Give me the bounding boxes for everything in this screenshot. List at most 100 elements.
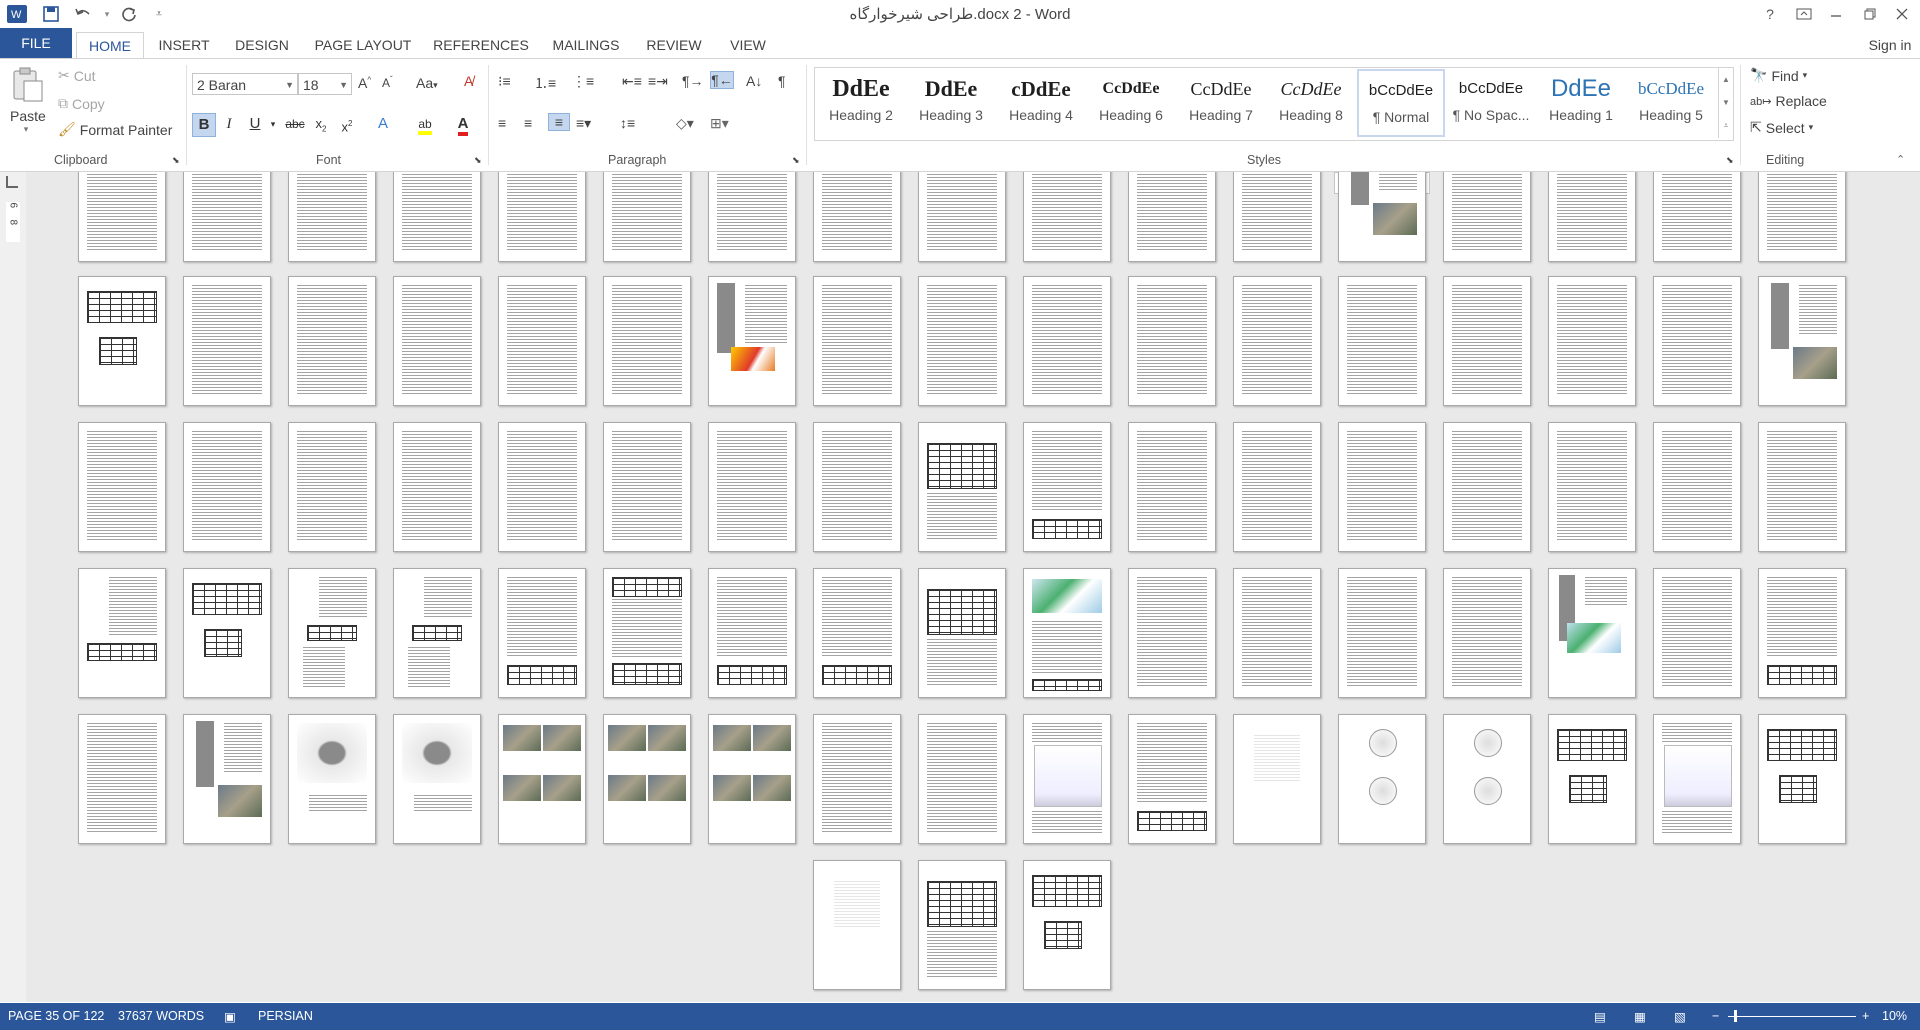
- shrink-font-icon[interactable]: Aˇ: [382, 75, 393, 90]
- page-thumbnail[interactable]: [813, 568, 901, 698]
- page-thumbnail[interactable]: [1338, 276, 1426, 406]
- page-thumbnail[interactable]: [1128, 568, 1216, 698]
- align-left-icon[interactable]: ≡: [498, 115, 506, 131]
- tab-page-layout[interactable]: PAGE LAYOUT: [308, 32, 418, 58]
- decrease-indent-icon[interactable]: ⇤≡: [622, 73, 642, 90]
- page-thumbnail[interactable]: [1128, 422, 1216, 552]
- page-thumbnail[interactable]: [1443, 568, 1531, 698]
- style-heading-1[interactable]: DdEe Heading 1: [1537, 69, 1625, 137]
- page-thumbnail[interactable]: [1338, 172, 1426, 262]
- page-thumbnail[interactable]: [708, 172, 796, 262]
- format-painter-button[interactable]: 🖌 Format Painter: [58, 121, 172, 138]
- zoom-out-icon[interactable]: −: [1712, 1009, 1719, 1023]
- page-thumbnail[interactable]: [813, 172, 901, 262]
- page-thumbnail[interactable]: [708, 422, 796, 552]
- page-thumbnail[interactable]: [1653, 172, 1741, 262]
- select-button[interactable]: ⇱ Select ▾: [1750, 119, 1813, 136]
- page-thumbnail[interactable]: [1233, 714, 1321, 844]
- page-thumbnail[interactable]: [393, 172, 481, 262]
- clear-formatting-icon[interactable]: A̸: [464, 73, 473, 89]
- ltr-direction-icon[interactable]: ¶→: [682, 73, 704, 89]
- page-thumbnail[interactable]: [183, 422, 271, 552]
- tab-home[interactable]: HOME: [76, 32, 144, 59]
- restore-icon[interactable]: [1856, 2, 1884, 26]
- page-thumbnail[interactable]: [1023, 276, 1111, 406]
- page-thumbnail[interactable]: [498, 714, 586, 844]
- page-thumbnail[interactable]: [1758, 568, 1846, 698]
- more-styles-icon[interactable]: ⩡: [1719, 114, 1733, 137]
- page-thumbnail[interactable]: [1548, 422, 1636, 552]
- ribbon-display-options-icon[interactable]: [1790, 2, 1818, 26]
- page-thumbnail[interactable]: [1128, 172, 1216, 262]
- underline-dropdown-icon[interactable]: ▾: [262, 113, 284, 135]
- page-thumbnail[interactable]: [1653, 568, 1741, 698]
- page-thumbnail[interactable]: [1338, 422, 1426, 552]
- page-thumbnail[interactable]: [1233, 276, 1321, 406]
- copy-button[interactable]: ⧉ Copy: [58, 95, 105, 112]
- page-thumbnail[interactable]: [393, 714, 481, 844]
- strikethrough-button[interactable]: abc: [284, 113, 306, 135]
- page-thumbnail[interactable]: [1548, 568, 1636, 698]
- style-heading-2[interactable]: DdEe Heading 2: [817, 69, 905, 137]
- line-spacing-icon[interactable]: ↕≡: [620, 115, 635, 131]
- page-thumbnail[interactable]: [288, 276, 376, 406]
- font-size-combo[interactable]: 18 ▼: [298, 73, 352, 95]
- tab-view[interactable]: VIEW: [720, 32, 776, 58]
- align-center-icon[interactable]: ≡: [524, 115, 532, 131]
- page-thumbnail[interactable]: [498, 422, 586, 552]
- page-thumbnail[interactable]: [1023, 714, 1111, 844]
- tab-file[interactable]: FILE: [0, 28, 72, 58]
- zoom-level[interactable]: 10%: [1882, 1009, 1907, 1023]
- page-thumbnail[interactable]: [498, 568, 586, 698]
- page-thumbnail[interactable]: [1758, 276, 1846, 406]
- page-thumbnail[interactable]: [1023, 860, 1111, 990]
- page-thumbnail[interactable]: [183, 172, 271, 262]
- minimize-icon[interactable]: [1822, 2, 1850, 26]
- paste-dropdown-icon[interactable]: ▾: [10, 124, 42, 135]
- paragraph-launcher-icon[interactable]: ⬊: [792, 155, 800, 166]
- page-thumbnail[interactable]: [1443, 422, 1531, 552]
- scroll-up-icon[interactable]: ▲: [1719, 68, 1733, 91]
- clipboard-launcher-icon[interactable]: ⬊: [172, 155, 180, 166]
- text-effects-icon[interactable]: A: [372, 113, 394, 135]
- numbering-icon[interactable]: ⒈≡: [534, 73, 556, 93]
- shading-icon[interactable]: ◇▾: [676, 115, 694, 132]
- page-thumbnail[interactable]: [1653, 276, 1741, 406]
- zoom-slider[interactable]: [1728, 1010, 1856, 1022]
- change-case-button[interactable]: Aa▾: [416, 75, 438, 91]
- bullets-icon[interactable]: ⁝≡: [498, 73, 511, 90]
- tab-insert[interactable]: INSERT: [152, 32, 216, 58]
- highlight-icon[interactable]: ab: [414, 113, 436, 135]
- italic-button[interactable]: I: [218, 113, 240, 135]
- page-thumbnail[interactable]: [1338, 714, 1426, 844]
- page-thumbnail[interactable]: [603, 568, 691, 698]
- page-thumbnail[interactable]: [1443, 714, 1531, 844]
- collapse-ribbon-icon[interactable]: ⌃: [1896, 153, 1905, 166]
- find-button[interactable]: 🔭 Find ▾: [1750, 67, 1807, 84]
- align-right-icon[interactable]: ≡: [548, 113, 570, 131]
- subscript-button[interactable]: x2: [310, 113, 332, 135]
- tab-selector-icon[interactable]: [6, 176, 18, 188]
- page-thumbnail[interactable]: [288, 172, 376, 262]
- undo-icon[interactable]: [72, 3, 94, 25]
- style-heading-4[interactable]: cDdEe Heading 4: [997, 69, 1085, 137]
- page-thumbnail[interactable]: [1443, 276, 1531, 406]
- page-thumbnail[interactable]: [1233, 422, 1321, 552]
- page-thumbnail[interactable]: [603, 276, 691, 406]
- style-heading-8[interactable]: CcDdEe Heading 8: [1267, 69, 1355, 137]
- page-count[interactable]: PAGE 35 OF 122: [8, 1009, 104, 1023]
- page-thumbnail[interactable]: [78, 568, 166, 698]
- style-heading-7[interactable]: CcDdEe Heading 7: [1177, 69, 1265, 137]
- page-thumbnail[interactable]: [288, 568, 376, 698]
- page-thumbnail[interactable]: [813, 860, 901, 990]
- tab-references[interactable]: REFERENCES: [428, 32, 534, 58]
- close-icon[interactable]: [1888, 2, 1916, 26]
- grow-font-icon[interactable]: A^: [358, 75, 371, 91]
- page-thumbnail[interactable]: [1233, 172, 1321, 262]
- page-thumbnail[interactable]: [183, 568, 271, 698]
- rtl-direction-icon[interactable]: ¶←: [710, 71, 734, 89]
- page-thumbnail[interactable]: [603, 714, 691, 844]
- scroll-down-icon[interactable]: ▼: [1719, 91, 1733, 114]
- page-thumbnail[interactable]: [918, 860, 1006, 990]
- page-thumbnail[interactable]: [1548, 276, 1636, 406]
